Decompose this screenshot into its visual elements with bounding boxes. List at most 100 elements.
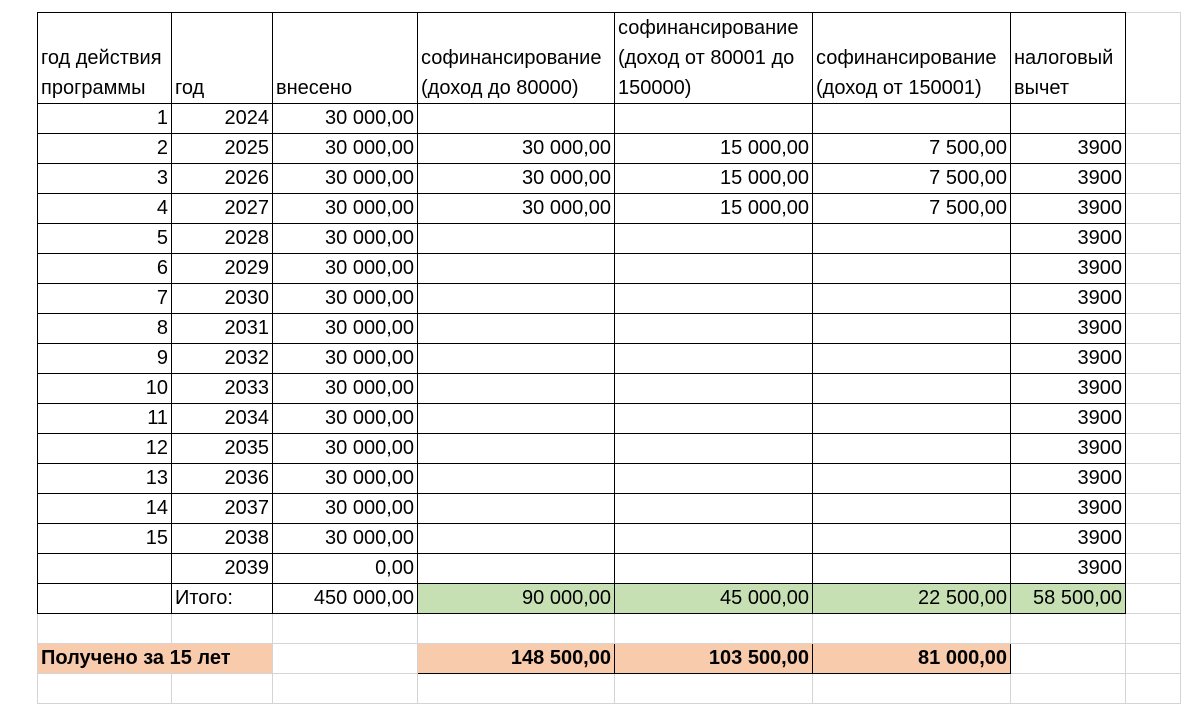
cell-year[interactable]: 2031 <box>171 313 273 344</box>
cell-tax-deduction[interactable]: 3900 <box>1010 523 1126 554</box>
cell-cofin-high[interactable] <box>812 103 1011 134</box>
cell-cofin-high[interactable] <box>812 403 1011 434</box>
empty-cell[interactable] <box>37 613 172 644</box>
cell-cofin-mid[interactable] <box>614 253 813 284</box>
cell-program-year[interactable]: 8 <box>37 313 172 344</box>
empty-cell[interactable] <box>1125 103 1181 134</box>
cell-contributed[interactable]: 30 000,00 <box>272 193 418 224</box>
cell-contributed[interactable]: 30 000,00 <box>272 343 418 374</box>
cell-program-year[interactable]: 14 <box>37 493 172 524</box>
received-high[interactable]: 81 000,00 <box>812 643 1011 674</box>
empty-cell[interactable] <box>1125 613 1181 644</box>
empty-cell[interactable] <box>1125 373 1181 404</box>
empty-cell[interactable] <box>1125 463 1181 494</box>
header-cell-program-year[interactable]: год действия программы <box>37 12 172 104</box>
cell-cofin-mid[interactable]: 15 000,00 <box>614 193 813 224</box>
cell-year[interactable]: 2033 <box>171 373 273 404</box>
cell-cofin-mid[interactable] <box>614 493 813 524</box>
cell-cofin-low[interactable] <box>417 523 615 554</box>
cell-cofin-low[interactable]: 30 000,00 <box>417 163 615 194</box>
cell-cofin-low[interactable] <box>417 343 615 374</box>
empty-cell[interactable] <box>1125 523 1181 554</box>
cell-tax-deduction[interactable]: 3900 <box>1010 403 1126 434</box>
cell-cofin-low[interactable] <box>417 493 615 524</box>
cell-cofin-mid[interactable]: 15 000,00 <box>614 163 813 194</box>
cell-cofin-high[interactable] <box>812 373 1011 404</box>
empty-cell[interactable] <box>1125 313 1181 344</box>
cell-contributed[interactable]: 0,00 <box>272 553 418 584</box>
empty-cell[interactable] <box>1125 433 1181 464</box>
cell-cofin-high[interactable] <box>812 343 1011 374</box>
cell-tax-deduction[interactable]: 3900 <box>1010 223 1126 254</box>
cell-program-year[interactable]: 10 <box>37 373 172 404</box>
cell-contributed[interactable]: 30 000,00 <box>272 253 418 284</box>
cell-cofin-mid[interactable] <box>614 313 813 344</box>
cell-contributed[interactable]: 30 000,00 <box>272 103 418 134</box>
empty-cell[interactable] <box>1125 223 1181 254</box>
cell-cofin-high[interactable] <box>812 553 1011 584</box>
empty-cell[interactable] <box>1125 283 1181 314</box>
cell-year[interactable]: 2039 <box>171 553 273 584</box>
cell-program-year[interactable]: 1 <box>37 103 172 134</box>
cell-cofin-high[interactable] <box>812 493 1011 524</box>
cell-year[interactable]: 2037 <box>171 493 273 524</box>
cell-cofin-low[interactable] <box>417 373 615 404</box>
empty-cell[interactable] <box>614 613 813 644</box>
empty-cell[interactable] <box>272 643 418 674</box>
header-cell-tax-deduction[interactable]: налоговый вычет <box>1010 12 1126 104</box>
cell-tax-deduction[interactable]: 3900 <box>1010 433 1126 464</box>
cell-tax-deduction[interactable]: 3900 <box>1010 253 1126 284</box>
cell-contributed[interactable]: 30 000,00 <box>272 283 418 314</box>
cell-tax-deduction[interactable]: 3900 <box>1010 133 1126 164</box>
empty-cell[interactable] <box>1125 583 1181 614</box>
cell-tax-deduction[interactable] <box>1010 103 1126 134</box>
cell-cofin-high[interactable] <box>812 313 1011 344</box>
cell-tax-deduction[interactable]: 3900 <box>1010 553 1126 584</box>
cell-cofin-mid[interactable] <box>614 103 813 134</box>
total-cofin-low[interactable]: 90 000,00 <box>417 583 615 614</box>
header-cell-year[interactable]: год <box>171 12 273 104</box>
cell-cofin-low[interactable] <box>417 433 615 464</box>
cell-year[interactable]: 2036 <box>171 463 273 494</box>
total-empty-cell[interactable] <box>37 583 172 614</box>
empty-cell[interactable] <box>272 613 418 644</box>
empty-cell[interactable] <box>614 673 813 704</box>
cell-cofin-mid[interactable]: 15 000,00 <box>614 133 813 164</box>
cell-cofin-low[interactable] <box>417 403 615 434</box>
cell-cofin-low[interactable]: 30 000,00 <box>417 193 615 224</box>
cell-year[interactable]: 2034 <box>171 403 273 434</box>
empty-cell[interactable] <box>1125 403 1181 434</box>
cell-year[interactable]: 2026 <box>171 163 273 194</box>
cell-tax-deduction[interactable]: 3900 <box>1010 493 1126 524</box>
total-cofin-high[interactable]: 22 500,00 <box>812 583 1011 614</box>
cell-tax-deduction[interactable]: 3900 <box>1010 283 1126 314</box>
cell-year[interactable]: 2030 <box>171 283 273 314</box>
empty-cell[interactable] <box>1010 673 1126 704</box>
cell-program-year[interactable] <box>37 553 172 584</box>
cell-cofin-low[interactable] <box>417 103 615 134</box>
cell-tax-deduction[interactable]: 3900 <box>1010 313 1126 344</box>
cell-program-year[interactable]: 5 <box>37 223 172 254</box>
cell-contributed[interactable]: 30 000,00 <box>272 433 418 464</box>
cell-contributed[interactable]: 30 000,00 <box>272 403 418 434</box>
cell-tax-deduction[interactable]: 3900 <box>1010 163 1126 194</box>
empty-cell[interactable] <box>272 673 418 704</box>
cell-contributed[interactable]: 30 000,00 <box>272 493 418 524</box>
received-low[interactable]: 148 500,00 <box>417 643 615 674</box>
cell-cofin-high[interactable] <box>812 463 1011 494</box>
empty-cell[interactable] <box>1125 133 1181 164</box>
cell-contributed[interactable]: 30 000,00 <box>272 373 418 404</box>
empty-cell[interactable] <box>812 673 1011 704</box>
cell-cofin-mid[interactable] <box>614 523 813 554</box>
header-cell-cofin-mid[interactable]: софинансирование (доход от 80001 до 1500… <box>614 12 813 104</box>
empty-cell[interactable] <box>1125 163 1181 194</box>
cell-cofin-low[interactable] <box>417 253 615 284</box>
cell-cofin-high[interactable] <box>812 223 1011 254</box>
cell-program-year[interactable]: 6 <box>37 253 172 284</box>
cell-program-year[interactable]: 15 <box>37 523 172 554</box>
cell-program-year[interactable]: 7 <box>37 283 172 314</box>
cell-cofin-mid[interactable] <box>614 223 813 254</box>
cell-cofin-mid[interactable] <box>614 433 813 464</box>
cell-contributed[interactable]: 30 000,00 <box>272 313 418 344</box>
empty-cell[interactable] <box>417 613 615 644</box>
